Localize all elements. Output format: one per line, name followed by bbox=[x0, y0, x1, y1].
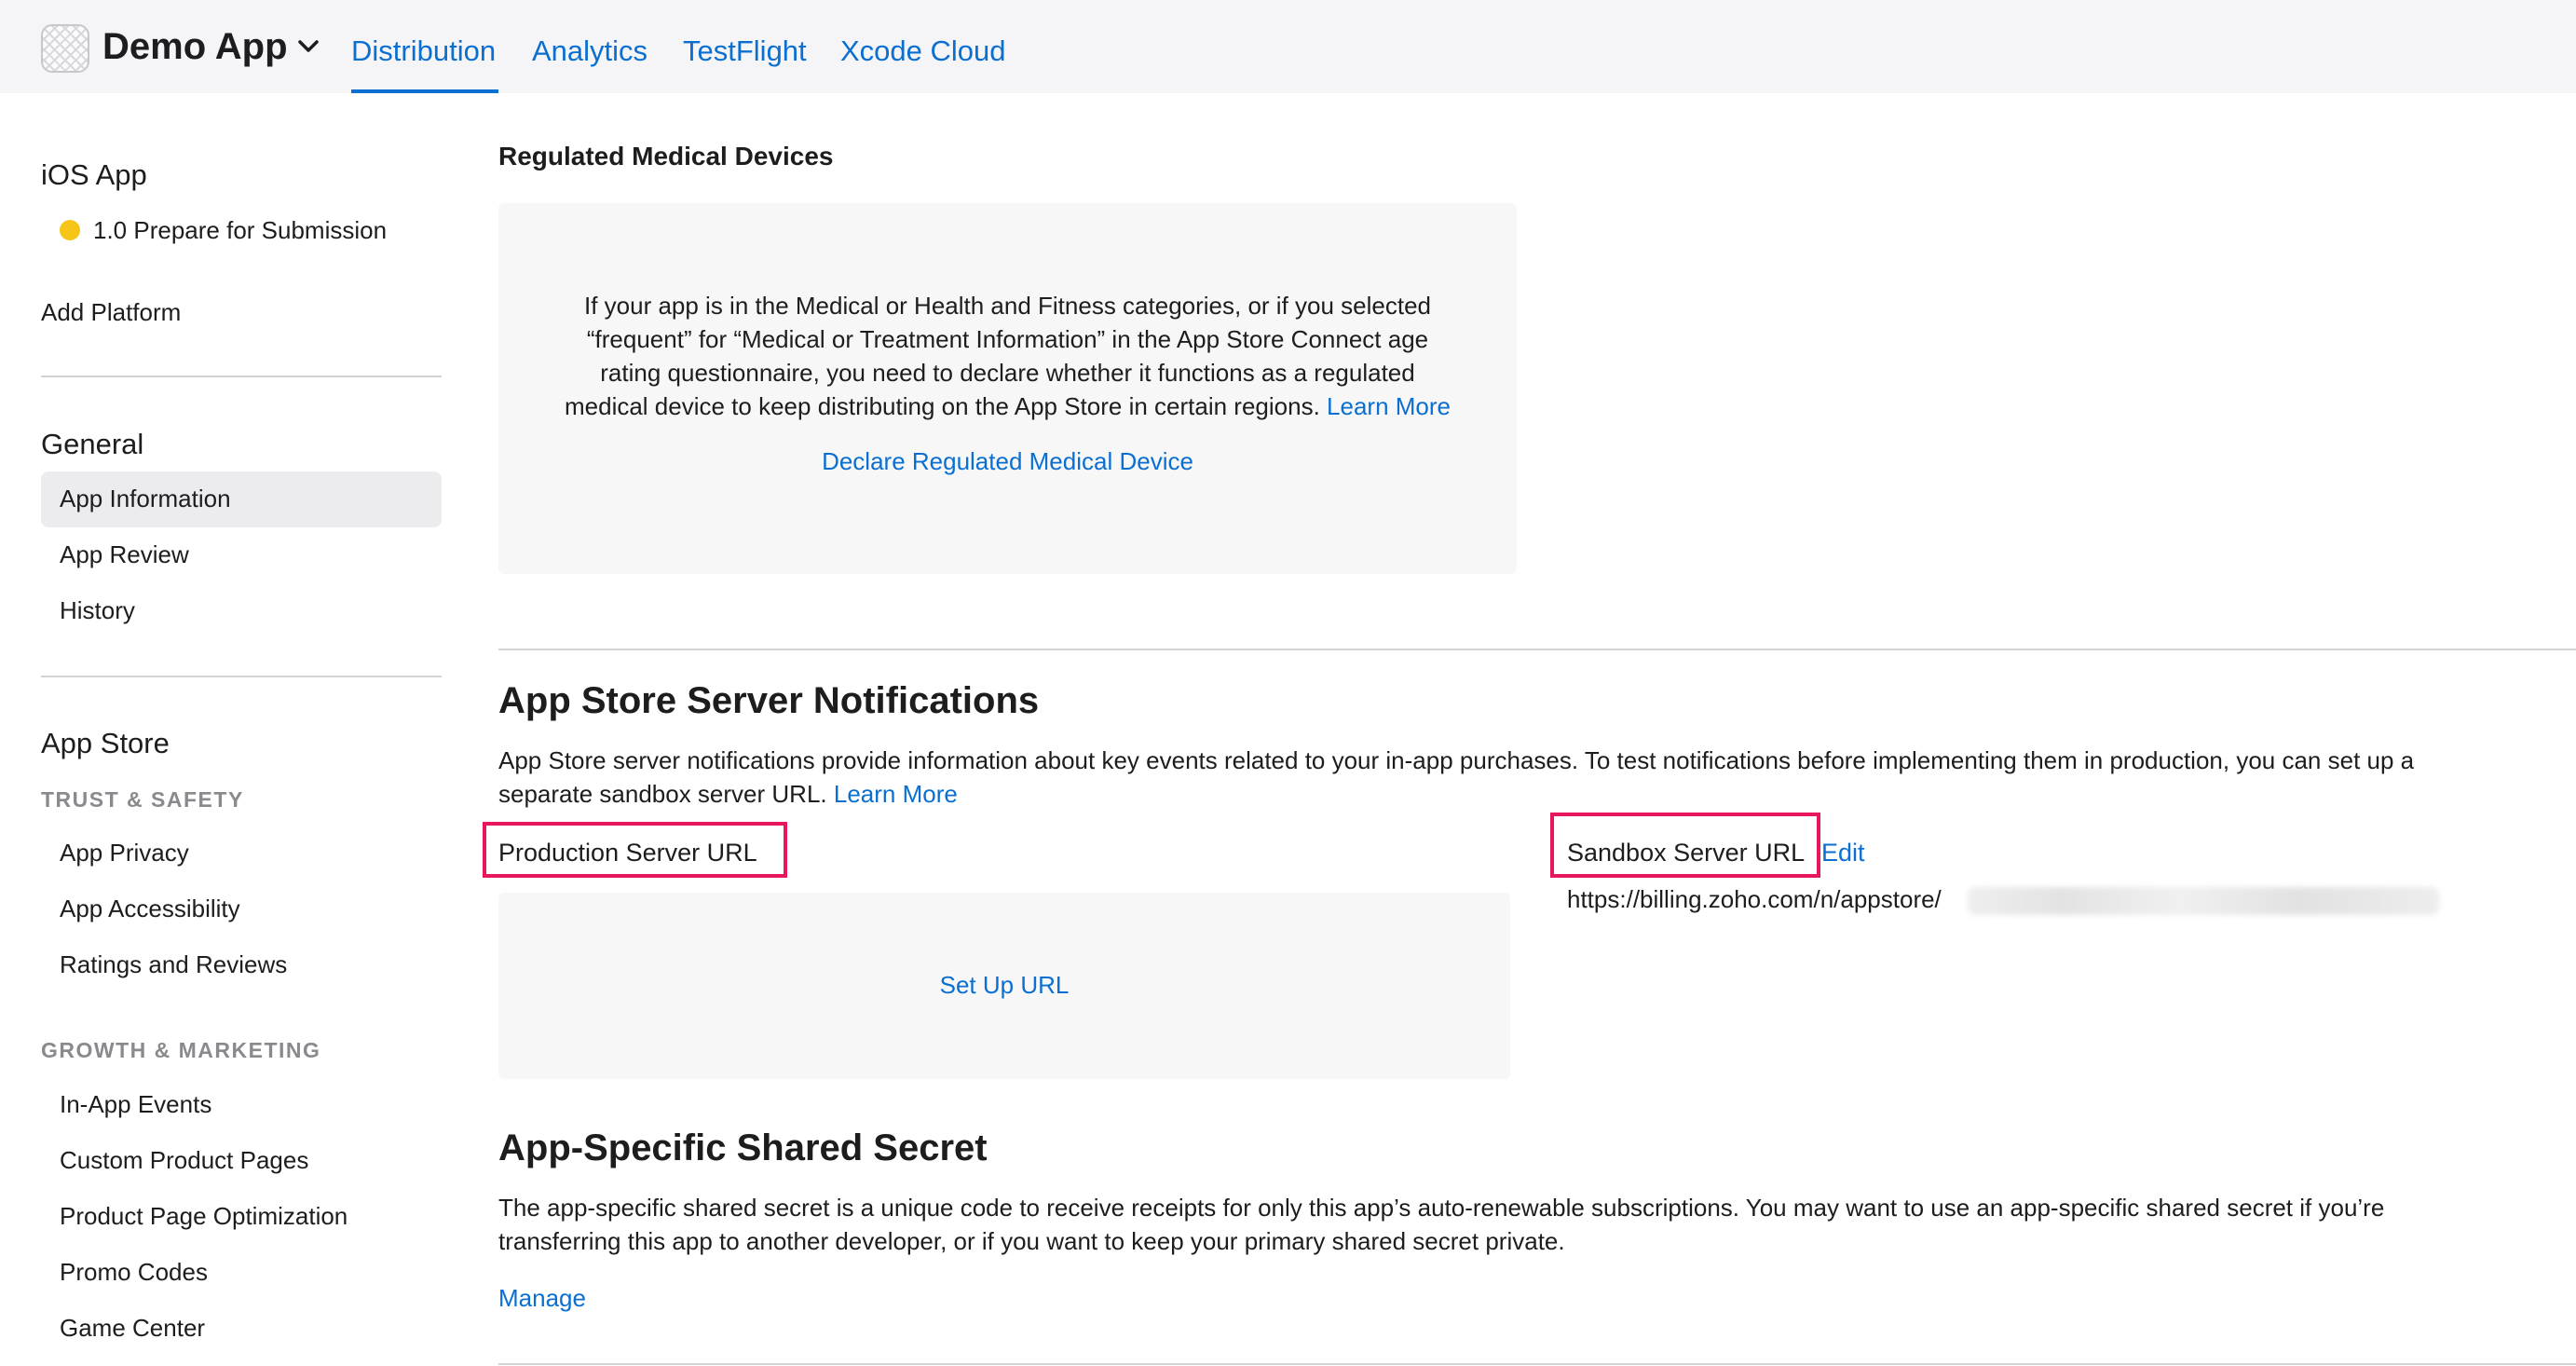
sandbox-server-url-label: Sandbox Server URL bbox=[1567, 839, 1806, 867]
app-icon bbox=[41, 24, 89, 73]
status-dot-icon bbox=[60, 220, 80, 240]
sidebar-item-promo-codes[interactable]: Promo Codes bbox=[60, 1258, 208, 1287]
sidebar-item-version[interactable]: 1.0 Prepare for Submission bbox=[93, 216, 387, 245]
app-name-menu[interactable]: Demo App bbox=[102, 26, 288, 68]
sandbox-url-value: https://billing.zoho.com/n/appstore/ bbox=[1567, 885, 1942, 913]
sidebar-divider bbox=[41, 676, 442, 677]
tab-distribution[interactable]: Distribution bbox=[351, 34, 496, 68]
tab-xcode-cloud[interactable]: Xcode Cloud bbox=[840, 34, 1006, 68]
sidebar-heading-app-store: App Store bbox=[41, 727, 170, 759]
medical-device-panel: If your app is in the Medical or Health … bbox=[498, 203, 1517, 574]
add-platform-link[interactable]: Add Platform bbox=[41, 298, 181, 327]
sidebar-heading-ios-app: iOS App bbox=[41, 158, 147, 191]
production-server-url-label: Production Server URL bbox=[498, 839, 757, 867]
sidebar-item-app-privacy[interactable]: App Privacy bbox=[60, 839, 189, 867]
sidebar-item-app-review[interactable]: App Review bbox=[60, 540, 189, 569]
sidebar-item-ratings-and-reviews[interactable]: Ratings and Reviews bbox=[60, 950, 287, 979]
sidebar-subheading-growth-marketing: GROWTH & MARKETING bbox=[41, 1038, 321, 1062]
chevron-down-icon[interactable] bbox=[296, 37, 320, 56]
shared-secret-section-title: App-Specific Shared Secret bbox=[498, 1127, 988, 1168]
production-url-panel: Set Up URL bbox=[498, 893, 1510, 1079]
sidebar-item-game-center[interactable]: Game Center bbox=[60, 1314, 205, 1343]
sidebar-item-custom-product-pages[interactable]: Custom Product Pages bbox=[60, 1146, 308, 1175]
sidebar-divider bbox=[41, 376, 442, 377]
sidebar-subheading-trust-safety: TRUST & SAFETY bbox=[41, 787, 244, 812]
shared-secret-description: The app-specific shared secret is a uniq… bbox=[498, 1194, 2385, 1255]
notifications-description: App Store server notifications provide i… bbox=[498, 746, 2415, 808]
section-divider bbox=[498, 1363, 2576, 1365]
sidebar-item-in-app-events[interactable]: In-App Events bbox=[60, 1090, 211, 1119]
tab-testflight[interactable]: TestFlight bbox=[683, 34, 807, 68]
sidebar-item-history[interactable]: History bbox=[60, 596, 135, 625]
notifications-section-title: App Store Server Notifications bbox=[498, 680, 1040, 721]
medical-learn-more-link[interactable]: Learn More bbox=[1327, 392, 1451, 420]
section-divider bbox=[498, 649, 2576, 650]
sidebar-heading-general: General bbox=[41, 428, 144, 460]
sandbox-edit-link[interactable]: Edit bbox=[1821, 839, 1865, 867]
medical-section-title: Regulated Medical Devices bbox=[498, 142, 834, 171]
sidebar-item-app-information[interactable]: App Information bbox=[60, 485, 231, 513]
medical-description: If your app is in the Medical or Health … bbox=[564, 292, 1451, 420]
top-navigation-bar: Demo App Distribution Analytics TestFlig… bbox=[0, 0, 2576, 93]
notifications-learn-more-link[interactable]: Learn More bbox=[834, 780, 958, 808]
declare-medical-device-button[interactable]: Declare Regulated Medical Device bbox=[498, 447, 1517, 476]
manage-shared-secret-link[interactable]: Manage bbox=[498, 1284, 586, 1313]
set-up-url-button[interactable]: Set Up URL bbox=[498, 971, 1510, 1000]
active-tab-indicator bbox=[351, 89, 498, 93]
sidebar-item-product-page-optimization[interactable]: Product Page Optimization bbox=[60, 1202, 348, 1231]
redacted-url-blur bbox=[1968, 887, 2439, 915]
sidebar-item-app-accessibility[interactable]: App Accessibility bbox=[60, 895, 240, 923]
tab-analytics[interactable]: Analytics bbox=[532, 34, 647, 68]
